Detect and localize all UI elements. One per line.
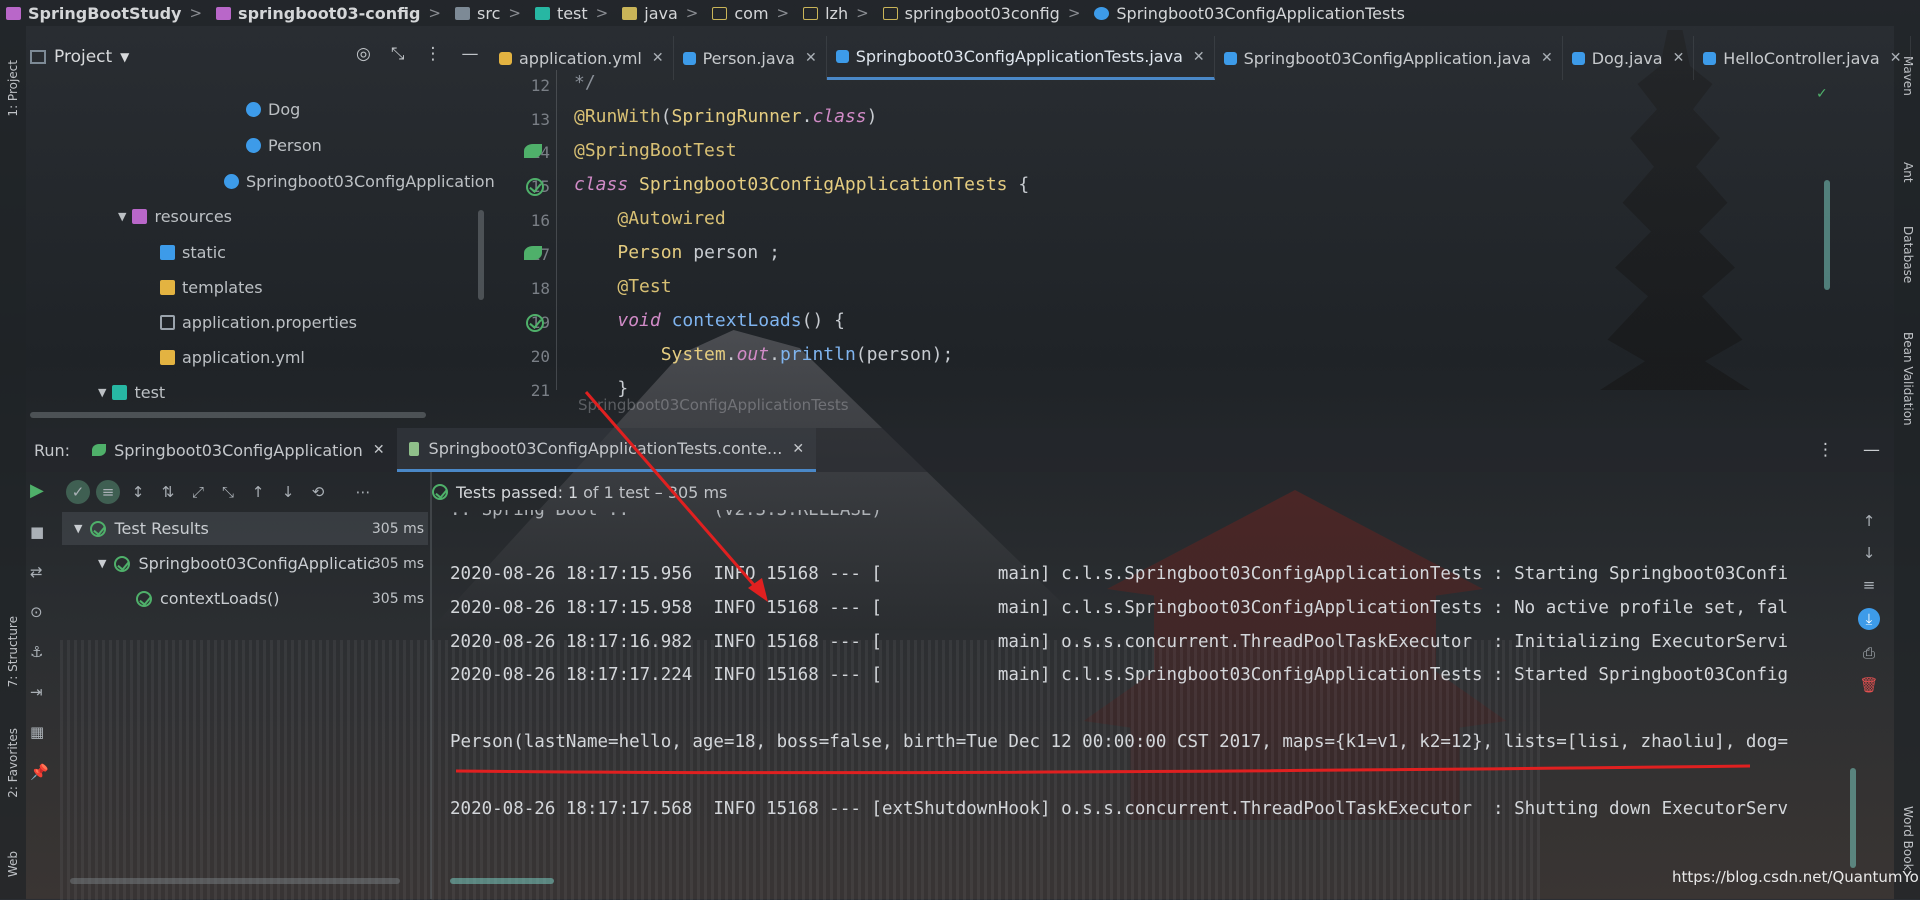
annotation-arrow-line bbox=[584, 391, 762, 593]
annotation-underline bbox=[455, 764, 1751, 775]
watermark-text: https://blog.csdn.net/QuantumYou bbox=[1672, 868, 1920, 886]
red-annotation-overlay bbox=[455, 391, 1751, 775]
